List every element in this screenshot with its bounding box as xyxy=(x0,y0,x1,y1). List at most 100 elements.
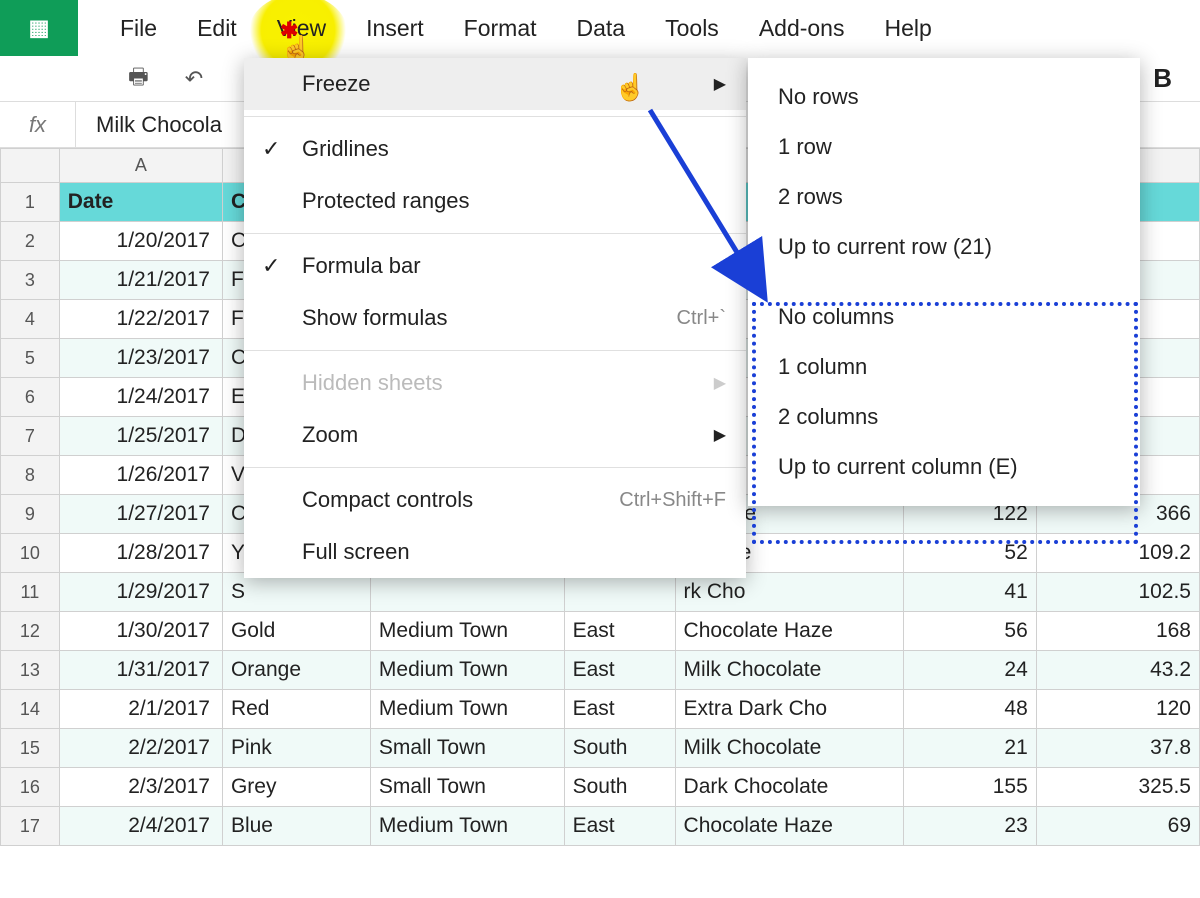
cell[interactable]: Red xyxy=(222,690,370,729)
fx-value[interactable]: Milk Chocola xyxy=(76,112,222,138)
cell[interactable]: Medium Town xyxy=(370,651,564,690)
cell[interactable]: 1/28/2017 xyxy=(59,534,222,573)
cell[interactable]: Blue xyxy=(222,807,370,846)
cell[interactable]: 120 xyxy=(1036,690,1199,729)
cell[interactable]: Dark Chocolate xyxy=(675,768,903,807)
menu-item-show-formulas[interactable]: Show formulas Ctrl+` xyxy=(244,292,746,344)
menu-item-zoom[interactable]: Zoom ▶ xyxy=(244,409,746,461)
row-header[interactable]: 1 xyxy=(1,183,60,222)
row-header[interactable]: 4 xyxy=(1,300,60,339)
cell[interactable]: Extra Dark Cho xyxy=(675,690,903,729)
cell[interactable]: East xyxy=(564,690,675,729)
cell[interactable]: Medium Town xyxy=(370,690,564,729)
row-header[interactable]: 17 xyxy=(1,807,60,846)
cell[interactable]: East xyxy=(564,807,675,846)
print-button[interactable]: 🖶 xyxy=(110,60,167,98)
cell[interactable]: 168 xyxy=(1036,612,1199,651)
cell[interactable]: East xyxy=(564,651,675,690)
cell[interactable]: Small Town xyxy=(370,768,564,807)
cell[interactable]: Medium Town xyxy=(370,612,564,651)
cell[interactable]: Gold xyxy=(222,612,370,651)
row-header[interactable]: 5 xyxy=(1,339,60,378)
cell[interactable]: 37.8 xyxy=(1036,729,1199,768)
menu-file[interactable]: File xyxy=(100,7,177,50)
cell[interactable]: 1/31/2017 xyxy=(59,651,222,690)
cell[interactable]: rk Cho xyxy=(675,573,903,612)
cell[interactable]: Small Town xyxy=(370,729,564,768)
corner-cell[interactable] xyxy=(1,149,60,183)
cell[interactable]: 1/21/2017 xyxy=(59,261,222,300)
freeze-up-to-row[interactable]: Up to current row (21) xyxy=(748,222,1140,272)
row-header[interactable]: 3 xyxy=(1,261,60,300)
col-header-A[interactable]: A xyxy=(59,149,222,183)
cell[interactable]: 1/23/2017 xyxy=(59,339,222,378)
row-header[interactable]: 9 xyxy=(1,495,60,534)
cell[interactable]: 1/22/2017 xyxy=(59,300,222,339)
cell[interactable]: 43.2 xyxy=(1036,651,1199,690)
cell[interactable]: South xyxy=(564,768,675,807)
row-header[interactable]: 13 xyxy=(1,651,60,690)
cell[interactable]: 1/24/2017 xyxy=(59,378,222,417)
cell[interactable] xyxy=(370,573,564,612)
menu-format[interactable]: Format xyxy=(444,7,557,50)
row-header[interactable]: 15 xyxy=(1,729,60,768)
menu-item-compact-controls[interactable]: Compact controls Ctrl+Shift+F xyxy=(244,474,746,526)
freeze-1-column[interactable]: 1 column xyxy=(748,342,1140,392)
cell[interactable]: S xyxy=(222,573,370,612)
cell[interactable]: 52 xyxy=(904,534,1037,573)
menu-data[interactable]: Data xyxy=(557,7,646,50)
cell[interactable]: 155 xyxy=(904,768,1037,807)
menu-item-protected-ranges[interactable]: Protected ranges xyxy=(244,175,746,227)
cell[interactable]: 69 xyxy=(1036,807,1199,846)
menu-insert[interactable]: Insert xyxy=(346,7,444,50)
menu-edit[interactable]: Edit xyxy=(177,7,257,50)
row-header[interactable]: 2 xyxy=(1,222,60,261)
cell[interactable]: 325.5 xyxy=(1036,768,1199,807)
freeze-2-rows[interactable]: 2 rows xyxy=(748,172,1140,222)
cell[interactable]: 2/1/2017 xyxy=(59,690,222,729)
freeze-1-row[interactable]: 1 row xyxy=(748,122,1140,172)
menu-item-formula-bar[interactable]: ✓ Formula bar xyxy=(244,240,746,292)
row-header[interactable]: 16 xyxy=(1,768,60,807)
menu-item-freeze[interactable]: Freeze ▶ xyxy=(244,58,746,110)
menu-help[interactable]: Help xyxy=(864,7,951,50)
cell[interactable]: Medium Town xyxy=(370,807,564,846)
cell[interactable]: 2/2/2017 xyxy=(59,729,222,768)
cell[interactable]: 1/25/2017 xyxy=(59,417,222,456)
cell[interactable]: 23 xyxy=(904,807,1037,846)
cell[interactable] xyxy=(564,573,675,612)
cell[interactable]: Chocolate Haze xyxy=(675,612,903,651)
menu-tools[interactable]: Tools xyxy=(645,7,739,50)
cell[interactable]: 48 xyxy=(904,690,1037,729)
row-header[interactable]: 10 xyxy=(1,534,60,573)
cell[interactable]: Date xyxy=(59,183,222,222)
cell[interactable]: 56 xyxy=(904,612,1037,651)
cell[interactable]: Milk Chocolate xyxy=(675,729,903,768)
row-header[interactable]: 14 xyxy=(1,690,60,729)
cell[interactable]: Milk Chocolate xyxy=(675,651,903,690)
cell[interactable]: 109.2 xyxy=(1036,534,1199,573)
cell[interactable]: 1/27/2017 xyxy=(59,495,222,534)
cell[interactable]: 102.5 xyxy=(1036,573,1199,612)
cell[interactable]: 2/3/2017 xyxy=(59,768,222,807)
row-header[interactable]: 6 xyxy=(1,378,60,417)
menu-item-gridlines[interactable]: ✓ Gridlines xyxy=(244,123,746,175)
cell[interactable]: 1/26/2017 xyxy=(59,456,222,495)
cell[interactable]: 2/4/2017 xyxy=(59,807,222,846)
freeze-no-columns[interactable]: No columns xyxy=(748,292,1140,342)
cell[interactable]: 41 xyxy=(904,573,1037,612)
freeze-no-rows[interactable]: No rows xyxy=(748,72,1140,122)
cell[interactable]: Grey xyxy=(222,768,370,807)
sheets-app-icon[interactable]: ▦ xyxy=(0,0,78,56)
cell[interactable]: 1/29/2017 xyxy=(59,573,222,612)
undo-button[interactable]: ↶ xyxy=(167,66,221,92)
row-header[interactable]: 7 xyxy=(1,417,60,456)
menu-addons[interactable]: Add-ons xyxy=(739,7,865,50)
row-header[interactable]: 11 xyxy=(1,573,60,612)
cell[interactable]: Chocolate Haze xyxy=(675,807,903,846)
cell[interactable]: 1/20/2017 xyxy=(59,222,222,261)
menu-item-full-screen[interactable]: Full screen xyxy=(244,526,746,578)
cell[interactable]: East xyxy=(564,612,675,651)
freeze-up-to-column[interactable]: Up to current column (E) xyxy=(748,442,1140,492)
cell[interactable]: 1/30/2017 xyxy=(59,612,222,651)
